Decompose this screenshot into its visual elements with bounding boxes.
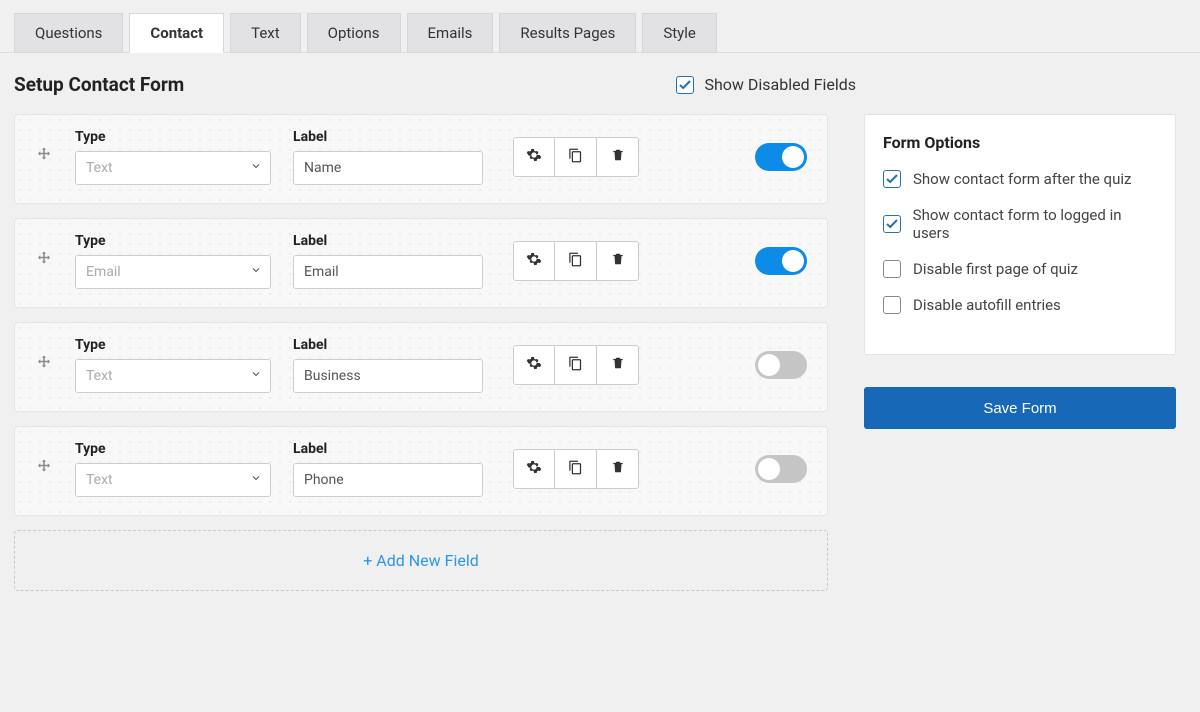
tab-questions[interactable]: Questions: [14, 13, 123, 53]
enable-toggle[interactable]: [755, 143, 807, 171]
label-header: Label: [293, 337, 483, 353]
option-label: Show contact form after the quiz: [913, 170, 1131, 188]
checkbox-icon: [883, 215, 901, 233]
show-disabled-label: Show Disabled Fields: [704, 75, 856, 94]
duplicate-button[interactable]: [555, 345, 597, 385]
option-label: Disable autofill entries: [913, 296, 1061, 314]
form-option[interactable]: Show contact form to logged in users: [883, 206, 1157, 242]
drag-handle-icon[interactable]: [35, 146, 53, 168]
duplicate-button[interactable]: [555, 241, 597, 281]
field-row: Type Text Label Phone: [14, 426, 828, 516]
checkbox-icon: [883, 170, 901, 188]
checkbox-icon: [676, 76, 694, 94]
copy-icon: [568, 148, 583, 167]
checkbox-icon: [883, 296, 901, 314]
field-row: Type Email Label Email: [14, 218, 828, 308]
field-actions: [513, 345, 639, 385]
tab-results-pages[interactable]: Results Pages: [499, 13, 636, 53]
chevron-down-icon: [250, 264, 262, 280]
trash-icon: [611, 147, 625, 167]
type-header: Type: [75, 233, 271, 249]
duplicate-button[interactable]: [555, 449, 597, 489]
save-form-button[interactable]: Save Form: [864, 387, 1176, 429]
chevron-down-icon: [250, 472, 262, 488]
fields-list: TypeTextLabelNameTypeEmailLabelEmailType…: [14, 114, 828, 591]
settings-button[interactable]: [513, 137, 555, 177]
enable-toggle[interactable]: [755, 247, 807, 275]
add-new-field-button[interactable]: + Add New Field: [14, 530, 828, 591]
form-options-title: Form Options: [883, 133, 1157, 152]
label-header: Label: [293, 233, 483, 249]
gear-icon: [526, 147, 542, 167]
form-option[interactable]: Disable first page of quiz: [883, 260, 1157, 278]
type-header: Type: [75, 129, 271, 145]
show-disabled-fields-checkbox[interactable]: Show Disabled Fields: [676, 75, 856, 94]
type-select[interactable]: Text: [75, 463, 271, 497]
drag-handle-icon[interactable]: [35, 250, 53, 272]
field-actions: [513, 449, 639, 489]
label-header: Label: [293, 441, 483, 457]
field-row: Type Text Label Name: [14, 114, 828, 204]
settings-button[interactable]: [513, 345, 555, 385]
form-option[interactable]: Show contact form after the quiz: [883, 170, 1157, 188]
label-input[interactable]: Name: [293, 151, 483, 185]
delete-button[interactable]: [597, 137, 639, 177]
type-select[interactable]: Text: [75, 151, 271, 185]
option-label: Disable first page of quiz: [913, 260, 1078, 278]
option-label: Show contact form to logged in users: [913, 206, 1157, 242]
enable-toggle[interactable]: [755, 455, 807, 483]
type-header: Type: [75, 441, 271, 457]
field-row: Type Text Label Business: [14, 322, 828, 412]
copy-icon: [568, 356, 583, 375]
gear-icon: [526, 459, 542, 479]
delete-button[interactable]: [597, 449, 639, 489]
field-actions: [513, 241, 639, 281]
label-input[interactable]: Phone: [293, 463, 483, 497]
tab-emails[interactable]: Emails: [407, 13, 494, 53]
page-title: Setup Contact Form: [14, 73, 184, 96]
chevron-down-icon: [250, 368, 262, 384]
drag-handle-icon[interactable]: [35, 458, 53, 480]
tab-contact[interactable]: Contact: [129, 13, 224, 53]
copy-icon: [568, 460, 583, 479]
type-header: Type: [75, 337, 271, 353]
form-options-list: Show contact form after the quiz Show con…: [883, 170, 1157, 314]
trash-icon: [611, 459, 625, 479]
tabs: QuestionsContactTextOptionsEmailsResults…: [0, 0, 1200, 53]
trash-icon: [611, 251, 625, 271]
tab-options[interactable]: Options: [307, 13, 401, 53]
tab-style[interactable]: Style: [642, 13, 717, 53]
tab-text[interactable]: Text: [230, 13, 301, 53]
drag-handle-icon[interactable]: [35, 354, 53, 376]
chevron-down-icon: [250, 160, 262, 176]
copy-icon: [568, 252, 583, 271]
field-actions: [513, 137, 639, 177]
form-option[interactable]: Disable autofill entries: [883, 296, 1157, 314]
form-options-panel: Form Options Show contact form after the…: [864, 114, 1176, 355]
label-header: Label: [293, 129, 483, 145]
type-select[interactable]: Text: [75, 359, 271, 393]
label-input[interactable]: Business: [293, 359, 483, 393]
duplicate-button[interactable]: [555, 137, 597, 177]
label-input[interactable]: Email: [293, 255, 483, 289]
gear-icon: [526, 355, 542, 375]
delete-button[interactable]: [597, 241, 639, 281]
gear-icon: [526, 251, 542, 271]
enable-toggle[interactable]: [755, 351, 807, 379]
type-select[interactable]: Email: [75, 255, 271, 289]
checkbox-icon: [883, 260, 901, 278]
settings-button[interactable]: [513, 241, 555, 281]
delete-button[interactable]: [597, 345, 639, 385]
trash-icon: [611, 355, 625, 375]
settings-button[interactable]: [513, 449, 555, 489]
